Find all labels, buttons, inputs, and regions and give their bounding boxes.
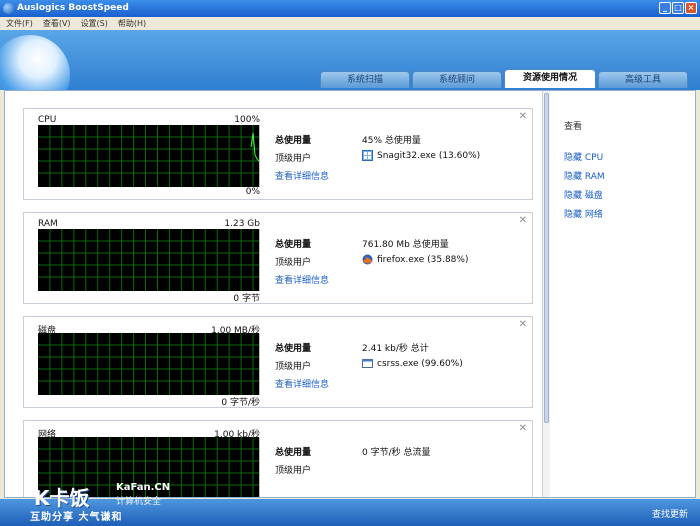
cpu-panel: ✕ CPU 100% 0% 总使用量 45% 总使用量 顶级用户 Snagit3…: [23, 108, 533, 200]
menu-help[interactable]: 帮助(H): [118, 17, 146, 30]
minimize-button[interactable]: _: [659, 2, 671, 14]
watermark-logo: K卡饭: [34, 486, 90, 510]
top-user-label: 顶级用户: [275, 154, 312, 164]
view-details-link[interactable]: 查看详细信息: [275, 273, 329, 286]
menu-file[interactable]: 文件(F): [6, 17, 33, 30]
panels-scroll-area: ✕ CPU 100% 0% 总使用量 45% 总使用量 顶级用户 Snagit3…: [5, 91, 542, 497]
close-icon[interactable]: ✕: [519, 215, 527, 226]
top-user-value: firefox.exe (35.88%): [362, 254, 468, 265]
ram-graph: [38, 229, 260, 291]
graph-min: 0%: [245, 187, 260, 197]
tab-system-advisor[interactable]: 系统顾问: [412, 71, 502, 88]
globe-logo: [0, 35, 70, 90]
scrollbar-thumb[interactable]: [544, 93, 549, 423]
snagit-icon: [362, 150, 373, 161]
total-usage-label: 总使用量: [275, 240, 312, 250]
close-icon[interactable]: ✕: [519, 423, 527, 434]
hide-ram-link[interactable]: 隐藏 RAM: [564, 169, 605, 182]
window-icon: [362, 359, 373, 368]
watermark-site: KaFan.CN: [116, 482, 171, 493]
graph-label: CPU: [38, 115, 57, 125]
vertical-scrollbar[interactable]: [542, 91, 550, 497]
total-usage-value: 0 字节/秒 总流量: [362, 448, 431, 458]
top-user-label: 顶级用户: [275, 466, 312, 476]
maximize-button[interactable]: □: [672, 2, 684, 14]
total-usage-label: 总使用量: [275, 344, 312, 354]
menu-bar: 文件(F) 查看(V) 设置(S) 帮助(H): [0, 17, 700, 30]
check-updates-link[interactable]: 查找更新: [652, 507, 688, 520]
hide-cpu-link[interactable]: 隐藏 CPU: [564, 150, 605, 163]
close-button[interactable]: ×: [685, 2, 697, 14]
graph-max: 100%: [234, 115, 260, 125]
disk-panel: ✕ 磁盘 1.00 MB/秒 0 字节/秒 总使用量 2.41 kb/秒 总计 …: [23, 316, 533, 408]
close-icon[interactable]: ✕: [519, 111, 527, 122]
side-title: 查看: [564, 122, 583, 132]
hide-disk-link[interactable]: 隐藏 磁盘: [564, 188, 605, 201]
close-icon[interactable]: ✕: [519, 319, 527, 330]
title-bar: Auslogics BoostSpeed _ □ ×: [0, 0, 700, 17]
top-user-label: 顶级用户: [275, 258, 312, 268]
top-user-label: 顶级用户: [275, 362, 312, 372]
window-title: Auslogics BoostSpeed: [17, 3, 129, 13]
view-details-link[interactable]: 查看详细信息: [275, 377, 329, 390]
graph-max: 1.23 Gb: [224, 219, 260, 229]
menu-settings[interactable]: 设置(S): [81, 17, 108, 30]
total-usage-value: 2.41 kb/秒 总计: [362, 344, 429, 354]
top-user-value: Snagit32.exe (13.60%): [362, 150, 480, 161]
menu-view[interactable]: 查看(V): [43, 17, 71, 30]
tab-bar: 系统扫描 系统顾问 资源使用情况 高级工具: [320, 69, 688, 88]
hide-network-link[interactable]: 隐藏 网络: [564, 207, 605, 220]
graph-label: RAM: [38, 219, 58, 229]
app-icon: [3, 3, 14, 14]
total-usage-label: 总使用量: [275, 448, 312, 458]
graph-min: 0 字节: [233, 294, 260, 304]
view-details-link[interactable]: 查看详细信息: [275, 169, 329, 182]
ram-panel: ✕ RAM 1.23 Gb 0 字节 总使用量 761.80 Mb 总使用量 顶…: [23, 212, 533, 304]
watermark: K卡饭 KaFan.CN 计算机安全 互助分享 大气谦和: [30, 480, 190, 524]
tab-resource-usage[interactable]: 资源使用情况: [504, 69, 596, 88]
total-usage-label: 总使用量: [275, 136, 312, 146]
firefox-icon: [362, 254, 373, 265]
total-usage-value: 45% 总使用量: [362, 136, 421, 146]
watermark-subtitle: 计算机安全: [116, 497, 162, 507]
disk-graph: [38, 333, 260, 395]
tab-advanced-tools[interactable]: 高级工具: [598, 71, 688, 88]
total-usage-value: 761.80 Mb 总使用量: [362, 240, 449, 250]
tab-system-scan[interactable]: 系统扫描: [320, 71, 410, 88]
graph-min: 0 字节/秒: [221, 398, 260, 408]
cpu-graph: [38, 125, 260, 187]
side-panel: 查看 隐藏 CPU 隐藏 RAM 隐藏 磁盘 隐藏 网络: [564, 119, 605, 226]
top-user-value: csrss.exe (99.60%): [362, 358, 463, 369]
main-content: ✕ CPU 100% 0% 总使用量 45% 总使用量 顶级用户 Snagit3…: [4, 90, 696, 498]
watermark-slogan: 互助分享 大气谦和: [30, 512, 123, 523]
